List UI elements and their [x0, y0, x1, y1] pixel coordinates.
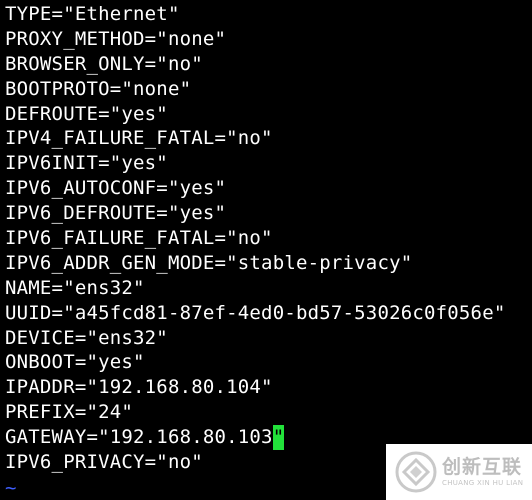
- gateway-text: GATEWAY="192.168.80.103: [5, 426, 273, 449]
- terminal-window[interactable]: TYPE="Ethernet" PROXY_METHOD="none" BROW…: [0, 0, 532, 500]
- text-cursor[interactable]: ": [272, 425, 285, 451]
- config-line-prefix: PREFIX="24": [5, 401, 134, 424]
- watermark-text-en: CHUANG XIN HU LIAN: [442, 479, 524, 487]
- editor-buffer[interactable]: TYPE="Ethernet" PROXY_METHOD="none" BROW…: [5, 2, 532, 475]
- watermark-badge: 创新互联 CHUANG XIN HU LIAN: [386, 444, 532, 500]
- config-line-type: TYPE="Ethernet": [5, 3, 180, 25]
- config-line-uuid: UUID="a45fcd81-87ef-4ed0-bd57-53026c0f05…: [5, 301, 506, 324]
- config-line-proxy-method: PROXY_METHOD="none": [5, 27, 227, 50]
- config-line-name: NAME="ens32": [5, 276, 145, 299]
- config-line-ipv6init: IPV6INIT="yes": [5, 152, 168, 175]
- config-line-ipv6-failure-fatal: IPV6_FAILURE_FATAL="no": [5, 227, 273, 250]
- config-line-defroute: DEFROUTE="yes": [5, 102, 168, 125]
- watermark-text: 创新互联 CHUANG XIN HU LIAN: [442, 456, 523, 488]
- cdcxhl-logo-icon: [395, 451, 437, 493]
- config-line-ipv6-addr-gen-mode: IPV6_ADDR_GEN_MODE="stable-privacy": [5, 251, 413, 274]
- config-line-device: DEVICE="ens32": [5, 326, 168, 349]
- config-line-ipv6-autoconf: IPV6_AUTOCONF="yes": [5, 177, 227, 200]
- config-line-ipaddr: IPADDR="192.168.80.104": [5, 376, 273, 399]
- config-line-browser-only: BROWSER_ONLY="no": [5, 52, 203, 75]
- config-line-ipv4-failure-fatal: IPV4_FAILURE_FATAL="no": [5, 127, 273, 150]
- empty-line-marker: ~: [5, 477, 17, 499]
- config-line-onboot: ONBOOT="yes": [5, 351, 145, 374]
- config-line-ipv6-defroute: IPV6_DEFROUTE="yes": [5, 202, 227, 225]
- watermark-text-cn: 创新互联: [442, 456, 523, 478]
- config-line-bootproto: BOOTPROTO="none": [5, 77, 192, 100]
